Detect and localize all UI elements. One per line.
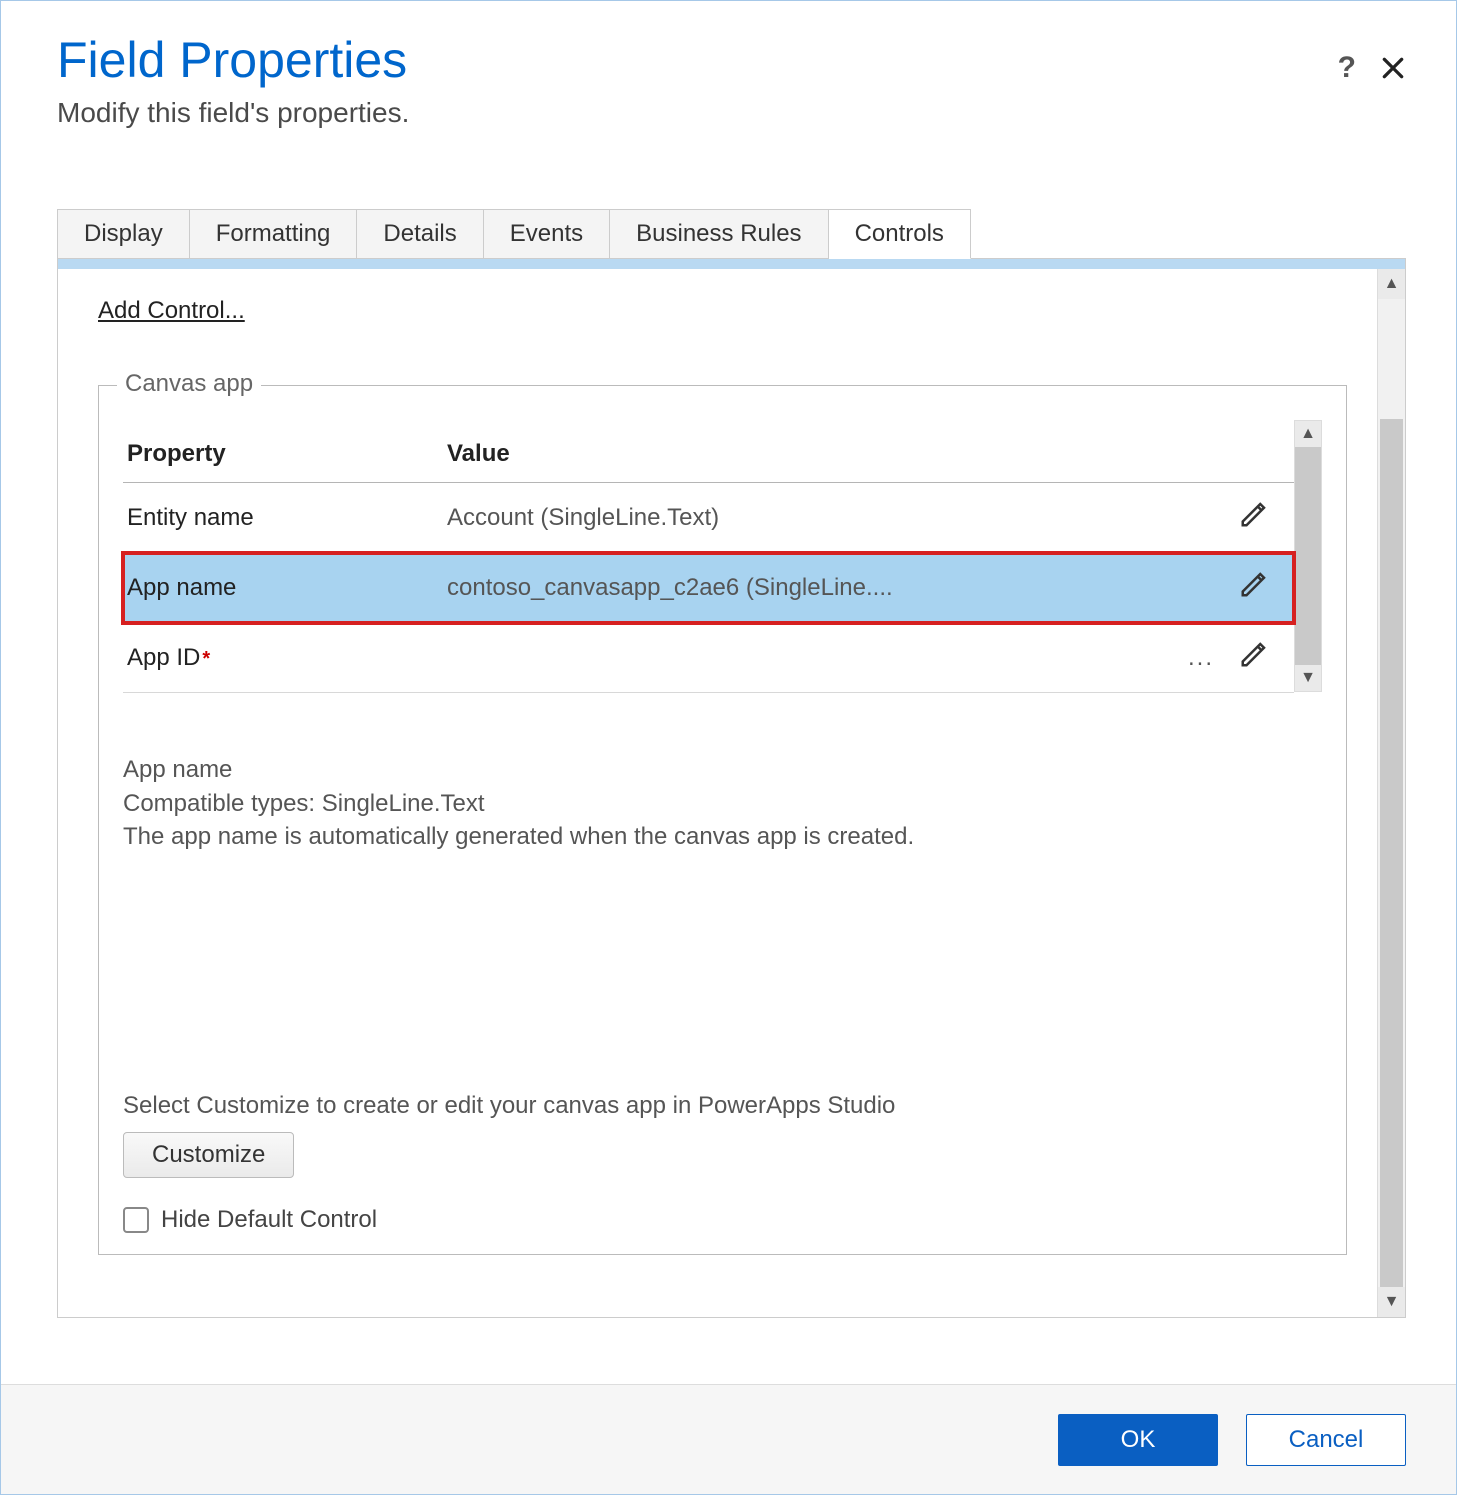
table-row[interactable]: App name contoso_canvasapp_c2ae6 (Single…: [123, 553, 1294, 623]
col-property: Property: [127, 440, 447, 468]
row-value: Account (SingleLine.Text): [447, 504, 1218, 532]
row-property: App name: [127, 574, 447, 602]
cancel-button[interactable]: Cancel: [1246, 1414, 1406, 1466]
scroll-track[interactable]: [1378, 299, 1405, 1287]
outer-scrollbar[interactable]: ▲ ▼: [1377, 269, 1405, 1317]
scroll-thumb[interactable]: [1380, 419, 1403, 1287]
scroll-down-icon[interactable]: ▼: [1378, 1287, 1405, 1317]
tab-display[interactable]: Display: [57, 209, 190, 259]
selection-strip: [58, 259, 1405, 269]
row-property: Entity name: [127, 504, 447, 532]
scroll-up-icon[interactable]: ▲: [1378, 269, 1405, 299]
canvas-app-fieldset: Canvas app Property Value: [98, 385, 1347, 1255]
row-value: contoso_canvasapp_c2ae6 (SingleLine....: [447, 574, 1218, 602]
close-icon[interactable]: [1380, 55, 1406, 81]
field-properties-dialog: Field Properties Modify this field's pro…: [0, 0, 1457, 1495]
info-name: App name: [123, 753, 1322, 787]
tab-details[interactable]: Details: [357, 209, 483, 259]
row-value: ...: [447, 644, 1218, 672]
col-value: Value: [447, 440, 1218, 468]
scroll-thumb[interactable]: [1295, 447, 1321, 665]
add-control-link[interactable]: Add Control...: [98, 297, 245, 325]
property-table: Property Value Entity name Account (Sing…: [123, 420, 1294, 693]
table-row[interactable]: App ID* ...: [123, 623, 1294, 693]
dialog-header: Field Properties Modify this field's pro…: [1, 31, 1456, 169]
tab-controls[interactable]: Controls: [829, 209, 971, 259]
required-asterisk: *: [202, 648, 210, 670]
fieldset-legend: Canvas app: [117, 370, 261, 398]
table-header: Property Value: [123, 420, 1294, 483]
edit-icon[interactable]: [1239, 499, 1269, 529]
edit-icon[interactable]: [1239, 639, 1269, 669]
dialog-footer: OK Cancel: [1, 1384, 1456, 1494]
help-icon[interactable]: ?: [1338, 51, 1356, 85]
table-row[interactable]: Entity name Account (SingleLine.Text): [123, 483, 1294, 553]
row-property: App ID*: [127, 644, 447, 672]
property-info: App name Compatible types: SingleLine.Te…: [123, 753, 1322, 854]
tab-events[interactable]: Events: [484, 209, 610, 259]
tabs-area: Display Formatting Details Events Busine…: [1, 169, 1456, 1318]
customize-note: Select Customize to create or edit your …: [123, 1092, 1322, 1120]
dialog-subtitle: Modify this field's properties.: [57, 97, 1406, 129]
hide-default-label: Hide Default Control: [161, 1206, 377, 1234]
tab-strip: Display Formatting Details Events Busine…: [57, 209, 1406, 259]
row-property-label: App ID: [127, 644, 200, 671]
info-compat: Compatible types: SingleLine.Text: [123, 787, 1322, 821]
info-desc: The app name is automatically generated …: [123, 820, 1322, 854]
tab-business-rules[interactable]: Business Rules: [610, 209, 828, 259]
scroll-down-icon[interactable]: ▼: [1295, 665, 1321, 691]
tab-content: Add Control... Canvas app Property Value: [57, 258, 1406, 1318]
edit-icon[interactable]: [1239, 569, 1269, 599]
dialog-title: Field Properties: [57, 31, 1406, 89]
customize-button[interactable]: Customize: [123, 1132, 294, 1178]
ok-button[interactable]: OK: [1058, 1414, 1218, 1466]
scroll-up-icon[interactable]: ▲: [1295, 421, 1321, 447]
hide-default-checkbox[interactable]: [123, 1207, 149, 1233]
inner-scrollbar[interactable]: ▲ ▼: [1294, 420, 1322, 692]
tab-formatting[interactable]: Formatting: [190, 209, 358, 259]
